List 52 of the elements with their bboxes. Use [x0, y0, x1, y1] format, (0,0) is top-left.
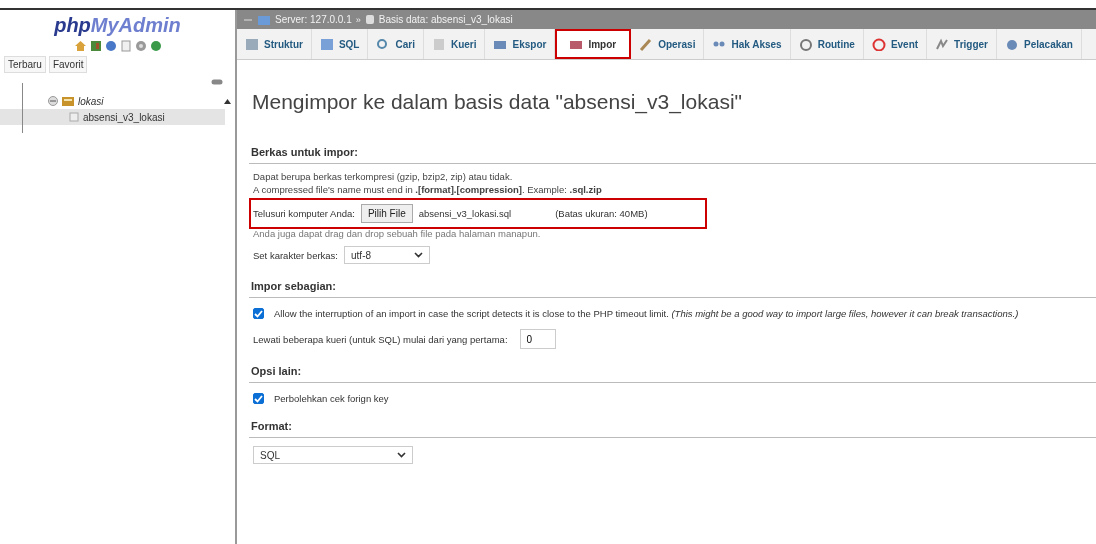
checkmark-icon [254, 309, 263, 318]
tab[interactable]: SQL [311, 29, 369, 59]
checkbox-label: Perbolehkan cek forign key [274, 393, 389, 404]
tab[interactable]: Struktur [237, 29, 312, 59]
server-icon [257, 13, 271, 26]
table-icon [245, 37, 259, 51]
sidebar-tab[interactable]: Terbaru [4, 56, 46, 73]
document-icon [431, 37, 446, 51]
field-label: Set karakter berkas: [253, 249, 338, 261]
chevron-down-icon [414, 252, 423, 258]
section-title: Format: [249, 420, 1096, 438]
section-title: Opsi lain: [249, 365, 1096, 383]
sql-window-icon [319, 37, 334, 51]
charset-dropdown[interactable]: utf-8 [344, 246, 430, 264]
tab[interactable]: Hak Akses [704, 29, 791, 59]
settings-icon [134, 40, 147, 52]
chevron-down-icon [397, 452, 406, 458]
tab[interactable]: Cari [368, 29, 424, 59]
home-icon [73, 40, 87, 52]
note-text: Dapat berupa berkas terkompresi (gzip, bzip2, zip) atau tidak. [253, 170, 514, 183]
tab[interactable]: Pelacakan [997, 29, 1082, 59]
hint-text: Anda juga dapat drag dan drop sebuah file pada halaman manapun. [253, 227, 542, 240]
field-label: Lewati beberapa kueri (untuk SQL) mulai dari yang pertama: [253, 333, 508, 345]
tab[interactable]: Operasi [631, 29, 705, 59]
field-label: Telusuri komputer Anda: [253, 208, 355, 219]
breadcrumb-separator: » [355, 14, 361, 25]
table-icon [66, 112, 80, 122]
size-limit-text: (Batas ukuran: 40MB) [555, 208, 648, 219]
collapse-arrow-icon [224, 99, 231, 104]
tab[interactable]: Kueri [423, 29, 486, 59]
sidebar-tab[interactable]: Favorit [48, 56, 88, 73]
tab[interactable]: Event [863, 29, 928, 59]
tab[interactable]: Impor [555, 29, 632, 59]
checkmark-icon [254, 394, 263, 403]
tab[interactable]: Routine [790, 29, 864, 59]
format-dropdown[interactable]: SQL [253, 446, 413, 464]
tab[interactable]: Trigger [927, 29, 997, 59]
database-icon [61, 95, 75, 107]
choose-file-button[interactable]: Pilih File [360, 204, 413, 223]
checkbox[interactable] [253, 393, 264, 404]
document-icon [119, 40, 132, 52]
checkbox-label: Allow the interruption of an import in case the script detects it is close to the PHP timeout limit. (This might be a good way to import large files, however it can break transactions.) [274, 308, 1019, 319]
checkbox[interactable] [253, 308, 264, 319]
section-title: Berkas untuk impor: [249, 146, 1096, 164]
chart-icon [935, 37, 950, 51]
number-field[interactable]: 0 [519, 329, 556, 349]
database-icon [364, 14, 375, 25]
file-name: absensi_v3_lokasi.sql [418, 208, 512, 219]
note-text: A compressed file's name must end in .[format].[compression]. Example: .sql.zip [253, 183, 603, 196]
page-heading: Mengimpor ke dalam basis data "absensi_v3_lokasi" [252, 90, 743, 114]
section-title: Impor sebagian: [249, 280, 1096, 298]
logo: phpMyAdmin [53, 13, 182, 37]
